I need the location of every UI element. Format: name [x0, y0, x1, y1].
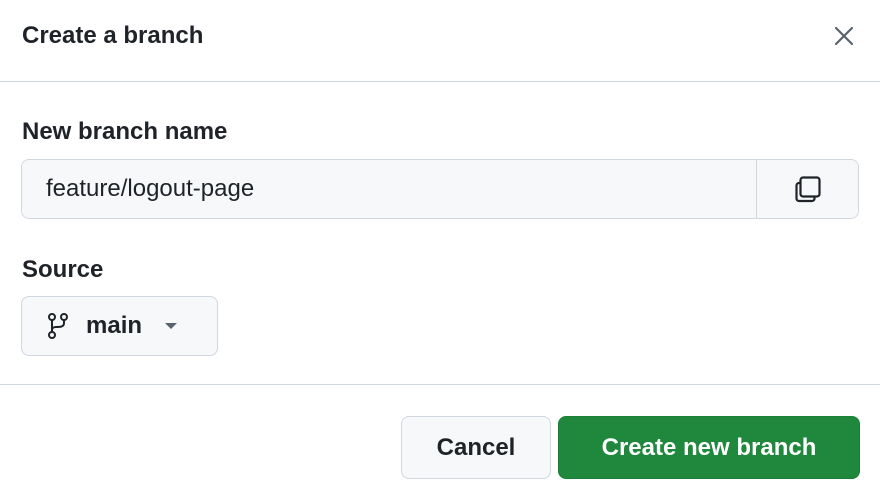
create-branch-dialog: Create a branch New branch name Source m…: [0, 0, 880, 502]
close-button[interactable]: [830, 22, 858, 50]
new-branch-name-label: New branch name: [22, 118, 228, 145]
branch-name-field-group: [21, 159, 859, 219]
cancel-button[interactable]: Cancel: [401, 416, 551, 479]
caret-down-icon: [164, 322, 178, 330]
source-label: Source: [22, 256, 104, 283]
git-branch-icon: [48, 313, 68, 339]
footer-divider: [0, 384, 880, 385]
source-branch-value: main: [86, 312, 143, 339]
close-icon: [834, 26, 854, 46]
source-branch-select[interactable]: main: [21, 296, 218, 356]
dialog-title: Create a branch: [22, 22, 204, 49]
copy-button[interactable]: [756, 160, 858, 218]
create-branch-button[interactable]: Create new branch: [558, 416, 860, 479]
dialog-header: Create a branch: [0, 0, 880, 82]
copy-icon: [794, 176, 821, 203]
branch-name-input[interactable]: [22, 160, 756, 218]
